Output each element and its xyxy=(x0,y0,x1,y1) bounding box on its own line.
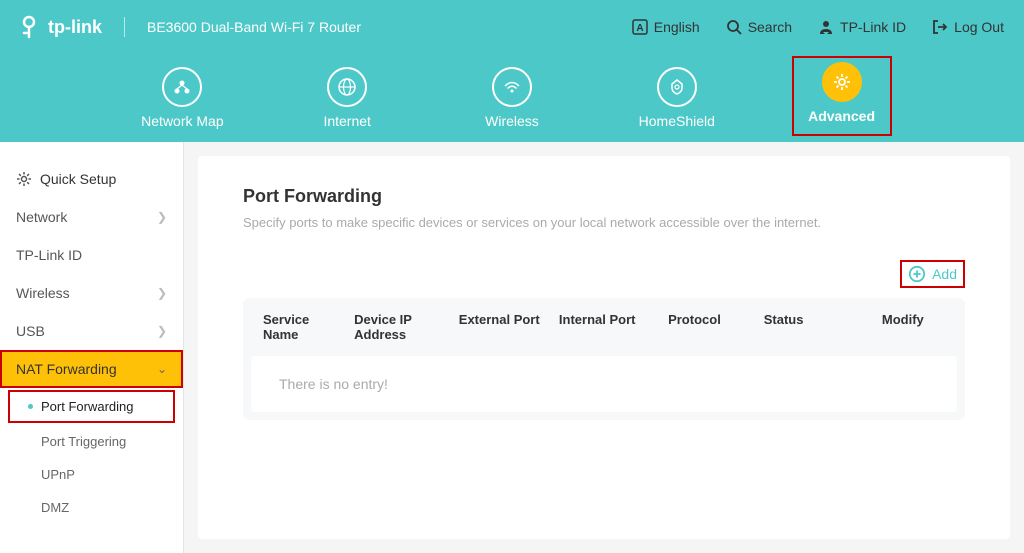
shield-icon xyxy=(657,67,697,107)
chevron-right-icon: ❯ xyxy=(157,210,167,224)
col-protocol: Protocol xyxy=(668,312,754,342)
nav-internet[interactable]: Internet xyxy=(297,67,397,129)
logout-link[interactable]: Log Out xyxy=(932,19,1004,35)
nav-advanced[interactable]: Advanced xyxy=(792,56,892,136)
col-device-ip: Device IP Address xyxy=(354,312,449,342)
col-internal-port: Internal Port xyxy=(559,312,658,342)
nav-homeshield[interactable]: HomeShield xyxy=(627,67,727,129)
page-title: Port Forwarding xyxy=(243,186,965,207)
sidebar-sub-dmz[interactable]: DMZ xyxy=(0,491,183,524)
chevron-right-icon: ❯ xyxy=(157,286,167,300)
nav-wireless[interactable]: Wireless xyxy=(462,67,562,129)
sidebar-network[interactable]: Network❯ xyxy=(0,198,183,236)
wifi-icon xyxy=(492,67,532,107)
language-selector[interactable]: A English xyxy=(632,19,700,35)
col-modify: Modify xyxy=(882,312,945,342)
network-map-icon xyxy=(162,67,202,107)
col-status: Status xyxy=(764,312,872,342)
chevron-down-icon: ⌄ xyxy=(157,362,167,376)
col-service-name: Service Name xyxy=(263,312,344,342)
plus-circle-icon xyxy=(908,265,926,283)
port-forwarding-table: Service Name Device IP Address External … xyxy=(243,298,965,420)
col-external-port: External Port xyxy=(459,312,549,342)
sidebar-tplink-id[interactable]: TP-Link ID xyxy=(0,236,183,274)
gear-icon xyxy=(16,171,32,187)
sidebar: Quick Setup Network❯ TP-Link ID Wireless… xyxy=(0,142,184,553)
chevron-right-icon: ❯ xyxy=(157,324,167,338)
user-icon xyxy=(818,19,834,35)
brand-logo: tp-link xyxy=(20,15,102,39)
sidebar-nat-forwarding[interactable]: NAT Forwarding⌄ xyxy=(0,350,183,388)
globe-icon xyxy=(327,67,367,107)
header-divider xyxy=(124,17,125,37)
sidebar-quick-setup[interactable]: Quick Setup xyxy=(0,160,183,198)
add-button[interactable]: Add xyxy=(908,265,957,283)
sidebar-sub-port-forwarding[interactable]: Port Forwarding xyxy=(10,392,173,421)
sidebar-wireless[interactable]: Wireless❯ xyxy=(0,274,183,312)
search-link[interactable]: Search xyxy=(726,19,792,35)
sidebar-usb[interactable]: USB❯ xyxy=(0,312,183,350)
tplink-id-link[interactable]: TP-Link ID xyxy=(818,19,906,35)
page-description: Specify ports to make specific devices o… xyxy=(243,215,965,230)
logout-icon xyxy=(932,19,948,35)
search-icon xyxy=(726,19,742,35)
language-icon: A xyxy=(632,19,648,35)
main-content: Port Forwarding Specify ports to make sp… xyxy=(198,156,1010,539)
table-empty-message: There is no entry! xyxy=(251,356,957,412)
sidebar-sub-port-triggering[interactable]: Port Triggering xyxy=(0,425,183,458)
nav-network-map[interactable]: Network Map xyxy=(132,67,232,129)
svg-text:A: A xyxy=(636,23,643,34)
gear-icon xyxy=(822,62,862,102)
product-name: BE3600 Dual-Band Wi-Fi 7 Router xyxy=(147,19,361,35)
sidebar-sub-upnp[interactable]: UPnP xyxy=(0,458,183,491)
